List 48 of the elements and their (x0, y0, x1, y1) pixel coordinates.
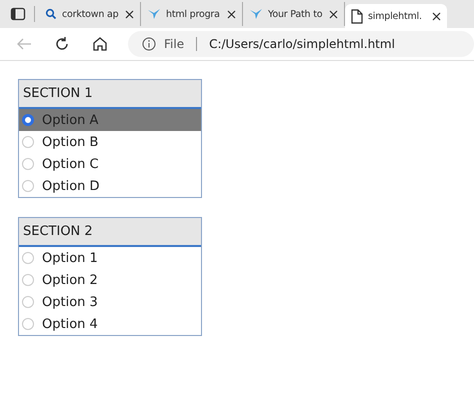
option-label: Option 4 (42, 316, 98, 332)
option-label: Option 1 (42, 250, 98, 266)
file-icon (351, 8, 363, 24)
close-icon[interactable] (432, 12, 441, 20)
radio-button[interactable] (22, 180, 34, 192)
info-icon (142, 37, 156, 51)
browser-tab[interactable]: html progra (141, 2, 243, 26)
option-label: Option D (42, 178, 100, 194)
address-field[interactable]: File C:/Users/carlo/simplehtml.html (128, 31, 474, 57)
option-label: Option 2 (42, 272, 98, 288)
home-icon[interactable] (92, 36, 108, 52)
tab-title: corktown ap (62, 8, 120, 20)
close-icon[interactable] (125, 10, 134, 18)
file-label: File (164, 37, 184, 51)
option-row[interactable]: Option 2 (19, 269, 201, 291)
browser-tab[interactable]: corktown ap (39, 2, 141, 26)
option-label: Option B (42, 134, 98, 150)
bird-icon (249, 8, 263, 20)
browser-tab[interactable]: simplehtml. (345, 4, 447, 28)
option-row[interactable]: Option C (19, 153, 201, 175)
option-row[interactable]: Option D (19, 175, 201, 197)
option-label: Option A (42, 112, 98, 128)
option-label: Option C (42, 156, 99, 172)
option-row[interactable]: Option A (19, 109, 201, 131)
radio-button[interactable] (22, 158, 34, 170)
tab-title: simplehtml. (368, 10, 423, 22)
close-icon[interactable] (329, 10, 338, 18)
url-text: C:/Users/carlo/simplehtml.html (209, 37, 395, 51)
close-icon[interactable] (227, 10, 236, 18)
radio-button[interactable] (22, 114, 34, 126)
radio-button[interactable] (22, 136, 34, 148)
tab-actions-icon[interactable] (10, 6, 26, 22)
search-icon (45, 8, 57, 20)
tab-title: Your Path to (268, 8, 324, 20)
option-label: Option 3 (42, 294, 98, 310)
option-row[interactable]: Option 3 (19, 291, 201, 313)
section-header: SECTION 2 (19, 218, 201, 247)
tab-title: html progra (166, 8, 221, 20)
radio-button[interactable] (22, 296, 34, 308)
refresh-icon[interactable] (54, 36, 70, 52)
radio-button[interactable] (22, 274, 34, 286)
option-row[interactable]: Option B (19, 131, 201, 153)
option-row[interactable]: Option 4 (19, 313, 201, 335)
option-row[interactable]: Option 1 (19, 247, 201, 269)
radio-button[interactable] (22, 318, 34, 330)
section-header: SECTION 1 (19, 80, 201, 109)
bird-icon (147, 8, 161, 20)
radio-button[interactable] (22, 252, 34, 264)
